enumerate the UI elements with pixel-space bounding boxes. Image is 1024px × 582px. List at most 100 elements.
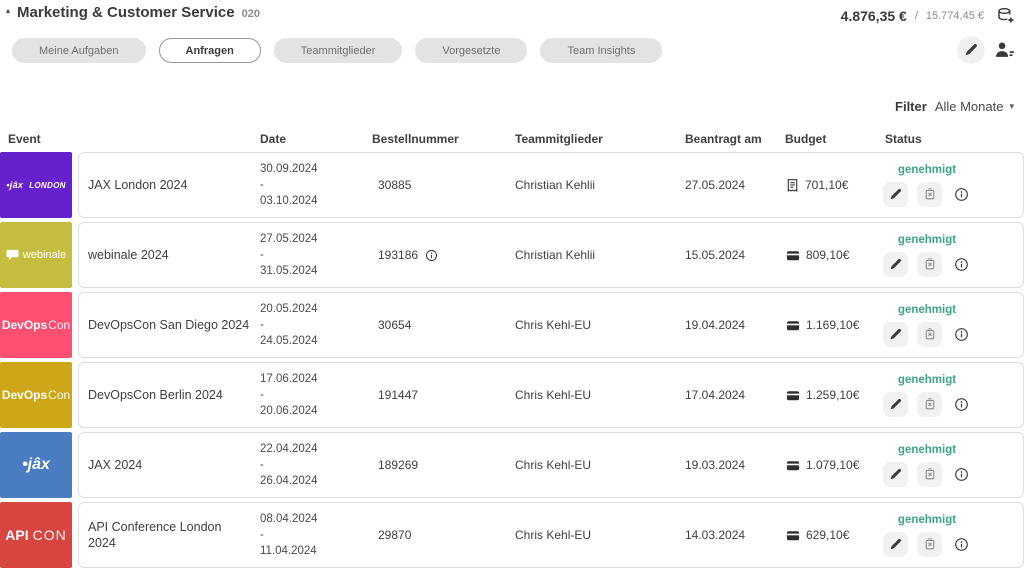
event-dates: 22.04.2024-26.04.2024	[260, 443, 318, 487]
team-member: Chris Kehl-EU	[515, 388, 592, 402]
manage-members-button[interactable]	[994, 40, 1016, 60]
column-header-date: Date	[260, 132, 287, 146]
row-card: API Conference London 2024 08.04.2024-11…	[78, 502, 1024, 568]
tab-vorgesetzte[interactable]: Vorgesetzte	[415, 38, 528, 63]
team-member: Chris Kehl-EU	[515, 458, 592, 472]
month-filter-dropdown[interactable]: Alle Monate ▾	[935, 99, 1014, 114]
column-header-event: Event	[8, 132, 41, 146]
info-icon[interactable]	[425, 249, 438, 262]
logo-text: DevOps	[1, 318, 48, 332]
edit-button[interactable]	[883, 251, 908, 277]
table-header: Event Date Bestellnummer Teammitglieder …	[0, 132, 1024, 148]
tab-meine-aufgaben[interactable]: Meine Aufgaben	[12, 38, 146, 63]
delete-button[interactable]	[917, 461, 942, 487]
status-cell: genehmigt	[883, 363, 971, 427]
team-member: Christian Kehlii	[515, 248, 596, 262]
order-number: 191447	[378, 388, 419, 402]
requested-date: 27.05.2024	[685, 178, 746, 192]
delete-button[interactable]	[917, 181, 942, 207]
budget-used: 4.876,35 €	[840, 8, 907, 24]
top-bar: ▴ Marketing & Customer Service 020 4.876…	[6, 4, 1016, 26]
info-icon	[954, 537, 969, 552]
edit-button[interactable]	[883, 181, 908, 207]
event-name: JAX 2024	[88, 458, 143, 472]
info-button[interactable]	[951, 532, 971, 557]
delete-button[interactable]	[917, 251, 942, 277]
department-code: 020	[241, 8, 260, 20]
edit-button[interactable]	[883, 321, 908, 347]
budget-cell: 809,10€	[785, 223, 885, 287]
event-name: JAX London 2024	[88, 178, 188, 192]
column-header-beantragt-am: Beantragt am	[685, 132, 762, 146]
add-budget-button[interactable]	[996, 6, 1016, 26]
pencil-icon	[889, 398, 902, 411]
info-icon	[954, 327, 969, 342]
event-logo: API CON	[0, 502, 72, 568]
delete-button[interactable]	[917, 531, 942, 557]
team-member: Chris Kehl-EU	[515, 528, 592, 542]
filter-value: Alle Monate	[934, 99, 1004, 114]
info-button[interactable]	[951, 182, 971, 207]
wallet-icon	[785, 458, 801, 473]
status-badge: genehmigt	[897, 513, 957, 526]
delete-button[interactable]	[917, 321, 942, 347]
edit-button[interactable]	[883, 461, 908, 487]
status-cell: genehmigt	[883, 293, 971, 357]
event-logo: •jâx	[0, 432, 72, 498]
status-cell: genehmigt	[883, 153, 971, 217]
collapse-caret-icon[interactable]: ▴	[6, 6, 10, 15]
row-card: JAX London 2024 30.09.2024-03.10.2024 30…	[78, 152, 1024, 218]
info-button[interactable]	[951, 252, 971, 277]
table-row: DevOps Con DevOpsCon San Diego 2024 20.05…	[0, 292, 1024, 358]
budget-cell: 1.259,10€	[785, 363, 885, 427]
trash-icon	[923, 327, 937, 341]
tab-team-insights[interactable]: Team Insights	[540, 38, 663, 63]
logo-text: london	[29, 180, 66, 190]
filter-label: Filter	[895, 99, 927, 114]
requested-date: 14.03.2024	[685, 528, 746, 542]
wallet-icon	[785, 388, 801, 403]
tab-teammitglieder[interactable]: Teammitglieder	[273, 38, 403, 63]
event-name: DevOpsCon San Diego 2024	[88, 318, 250, 332]
edit-button[interactable]	[883, 531, 908, 557]
status-cell: genehmigt	[883, 223, 971, 287]
info-button[interactable]	[951, 462, 971, 487]
edit-team-button[interactable]	[957, 36, 985, 64]
tab-bar: Meine Aufgaben Anfragen Teammitglieder V…	[12, 38, 663, 63]
tab-anfragen[interactable]: Anfragen	[158, 38, 261, 63]
team-member: Christian Kehlii	[515, 178, 596, 192]
requested-date: 17.04.2024	[685, 388, 746, 402]
logo-text: •jâx	[6, 180, 24, 190]
speech-bubble-icon	[6, 249, 19, 261]
event-dates: 20.05.2024-24.05.2024	[260, 303, 318, 347]
info-button[interactable]	[951, 392, 971, 417]
event-name: API Conference London 2024	[88, 520, 222, 550]
filter-row: Filter Alle Monate ▾	[895, 99, 1014, 114]
logo-text: Con	[48, 388, 71, 402]
column-header-bestellnummer: Bestellnummer	[372, 132, 459, 146]
table-row: DevOps Con DevOpsCon Berlin 2024 17.06.20…	[0, 362, 1024, 428]
info-icon	[954, 397, 969, 412]
header-actions	[957, 36, 1016, 64]
trash-icon	[923, 537, 937, 551]
requested-date: 19.03.2024	[685, 458, 746, 472]
table-row: API CON API Conference London 2024 08.04.…	[0, 502, 1024, 568]
pencil-icon	[964, 43, 978, 57]
event-logo: webinale	[0, 222, 72, 288]
event-name: webinale 2024	[88, 248, 169, 262]
status-cell: genehmigt	[883, 503, 971, 567]
logo-text: DevOps	[1, 388, 48, 402]
budget-cell: 701,10€	[785, 153, 885, 217]
wallet-icon	[785, 528, 801, 543]
delete-button[interactable]	[917, 391, 942, 417]
budget-separator: /	[914, 10, 918, 22]
status-badge: genehmigt	[897, 373, 957, 386]
requested-date: 15.05.2024	[685, 248, 746, 262]
event-logo: DevOps Con	[0, 292, 72, 358]
info-icon	[954, 257, 969, 272]
pencil-icon	[889, 188, 902, 201]
budget-total: 15.774,45 €	[925, 10, 984, 22]
wallet-icon	[785, 318, 801, 333]
info-button[interactable]	[951, 322, 971, 347]
edit-button[interactable]	[883, 391, 908, 417]
